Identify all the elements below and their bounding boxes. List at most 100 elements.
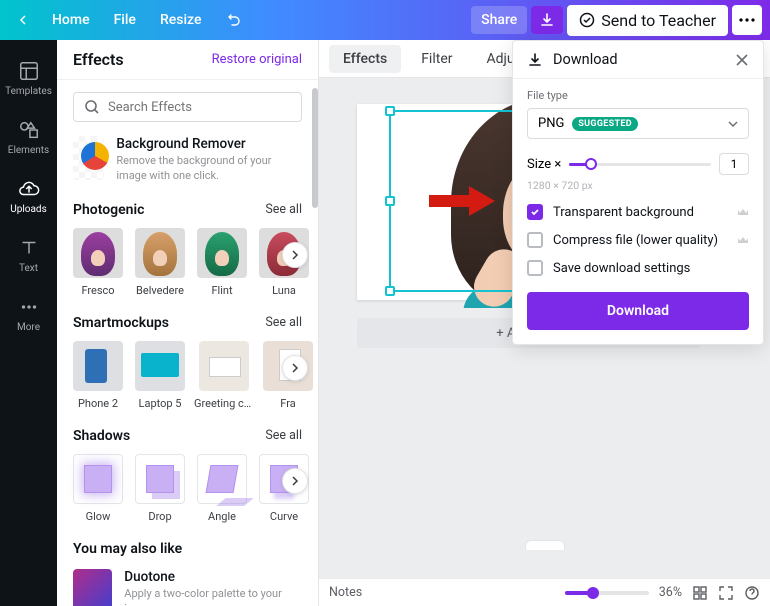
photogenic-item[interactable]: Fresco <box>73 228 123 297</box>
tab-filter[interactable]: Filter <box>407 45 466 73</box>
filetype-select[interactable]: PNG SUGGESTED <box>527 108 749 139</box>
duotone-item[interactable]: Duotone Apply a two-color palette to you… <box>73 569 302 606</box>
rail-text[interactable]: Text <box>0 229 57 282</box>
smartmockups-row: Phone 2 Laptop 5 Greeting car… Fra <box>73 341 302 410</box>
download-icon <box>527 52 543 68</box>
duotone-icon <box>73 569 112 606</box>
compress-checkbox-row[interactable]: Compress file (lower quality) <box>527 232 749 248</box>
item-label: Phone 2 <box>78 397 118 410</box>
background-remover-item[interactable]: Background Remover Remove the background… <box>73 136 302 184</box>
item-label: Greeting car… <box>194 397 254 410</box>
shadows-row: Glow Drop Angle Curve <box>73 454 302 523</box>
see-all-smartmockups[interactable]: See all <box>265 315 302 330</box>
transparent-checkbox-row[interactable]: Transparent background <box>527 204 749 220</box>
top-bar: Home File Resize Share Send to Teacher <box>0 0 770 40</box>
compress-label: Compress file (lower quality) <box>553 233 718 248</box>
panel-scrollbar[interactable] <box>311 40 319 606</box>
bgremove-desc: Remove the background of your image with… <box>116 154 302 184</box>
shadow-item[interactable]: Glow <box>73 454 123 523</box>
row-next-button[interactable] <box>282 355 308 381</box>
row-next-button[interactable] <box>282 468 308 494</box>
item-label: Flint <box>211 284 232 297</box>
see-all-photogenic[interactable]: See all <box>265 202 302 217</box>
search-field[interactable] <box>108 100 291 115</box>
panel-title: Effects <box>73 50 124 69</box>
photogenic-item[interactable]: Flint <box>197 228 247 297</box>
photogenic-item[interactable]: Belvedere <box>135 228 185 297</box>
file-label: File <box>114 12 136 28</box>
uploads-icon <box>18 178 40 200</box>
row-next-button[interactable] <box>282 242 308 268</box>
rail-templates[interactable]: Templates <box>0 52 57 105</box>
resize-handle[interactable] <box>385 286 395 296</box>
filetype-label: File type <box>527 89 749 102</box>
shadow-item[interactable]: Angle <box>197 454 247 523</box>
rail-label: Elements <box>8 145 49 156</box>
close-button[interactable] <box>735 53 749 67</box>
fullscreen-icon[interactable] <box>718 585 734 601</box>
item-label: Curve <box>270 510 298 523</box>
zoom-slider[interactable] <box>565 591 649 595</box>
item-label: Belvedere <box>136 284 184 297</box>
background-remover-icon <box>73 136 104 180</box>
savesettings-label: Save download settings <box>553 261 690 276</box>
shadow-item[interactable]: Drop <box>135 454 185 523</box>
size-label: Size × <box>527 157 561 172</box>
duotone-desc: Apply a two-color palette to your images… <box>124 587 302 606</box>
text-icon <box>18 237 40 259</box>
back-button[interactable] <box>8 9 38 31</box>
templates-icon <box>18 60 40 82</box>
zoom-value: 36% <box>659 585 682 600</box>
mockup-item[interactable]: Phone 2 <box>73 341 123 410</box>
help-icon[interactable] <box>744 585 760 601</box>
duotone-title: Duotone <box>124 569 302 585</box>
search-effects-input[interactable] <box>73 92 302 122</box>
resize-handle[interactable] <box>385 106 395 116</box>
resize-handle[interactable] <box>385 196 395 206</box>
size-slider[interactable] <box>569 154 711 174</box>
send-label: Send to Teacher <box>601 11 716 30</box>
rail-uploads[interactable]: Uploads <box>0 170 57 223</box>
checkbox-icon <box>527 232 543 248</box>
rail-more[interactable]: More <box>0 288 57 341</box>
section-title-shadows: Shadows <box>73 428 130 444</box>
effects-panel: Effects Restore original Background Remo… <box>57 40 319 606</box>
photogenic-row: Fresco Belvedere Flint Luna <box>73 228 302 297</box>
send-to-teacher-button[interactable]: Send to Teacher <box>567 5 728 36</box>
file-menu[interactable]: File <box>104 6 146 34</box>
crown-icon <box>737 206 749 218</box>
page-tab-handle[interactable] <box>525 540 565 550</box>
item-label: Drop <box>148 510 171 523</box>
size-input[interactable]: 1 <box>719 153 749 175</box>
home-button[interactable]: Home <box>42 6 100 34</box>
notes-button[interactable]: Notes <box>329 585 362 600</box>
savesettings-checkbox-row[interactable]: Save download settings <box>527 260 749 276</box>
section-title-smartmockups: Smartmockups <box>73 315 169 331</box>
download-button-label: Download <box>607 303 669 319</box>
see-all-shadows[interactable]: See all <box>265 428 302 443</box>
download-icon-button[interactable] <box>531 6 563 34</box>
download-button[interactable]: Download <box>527 292 749 330</box>
mockup-item[interactable]: Greeting car… <box>197 341 251 410</box>
mockup-item[interactable]: Laptop 5 <box>135 341 185 410</box>
chevron-down-icon <box>728 119 738 129</box>
rail-label: Text <box>19 263 38 274</box>
download-popover: Download File type PNG SUGGESTED Size × … <box>512 40 764 345</box>
more-icon <box>18 296 40 318</box>
item-label: Laptop 5 <box>139 397 182 410</box>
undo-button[interactable] <box>215 6 251 34</box>
more-menu-button[interactable] <box>732 5 762 35</box>
restore-original-link[interactable]: Restore original <box>212 52 302 67</box>
item-label: Fresco <box>81 284 114 297</box>
annotation-arrow <box>429 190 499 212</box>
close-icon <box>735 53 749 67</box>
search-icon <box>84 99 100 115</box>
tab-effects[interactable]: Effects <box>329 45 401 73</box>
grid-view-icon[interactable] <box>692 585 708 601</box>
share-label: Share <box>481 12 517 28</box>
share-button[interactable]: Share <box>471 6 527 34</box>
filetype-value: PNG <box>538 116 564 131</box>
section-title-photogenic: Photogenic <box>73 202 144 218</box>
resize-menu[interactable]: Resize <box>150 6 212 34</box>
rail-elements[interactable]: Elements <box>0 111 57 164</box>
